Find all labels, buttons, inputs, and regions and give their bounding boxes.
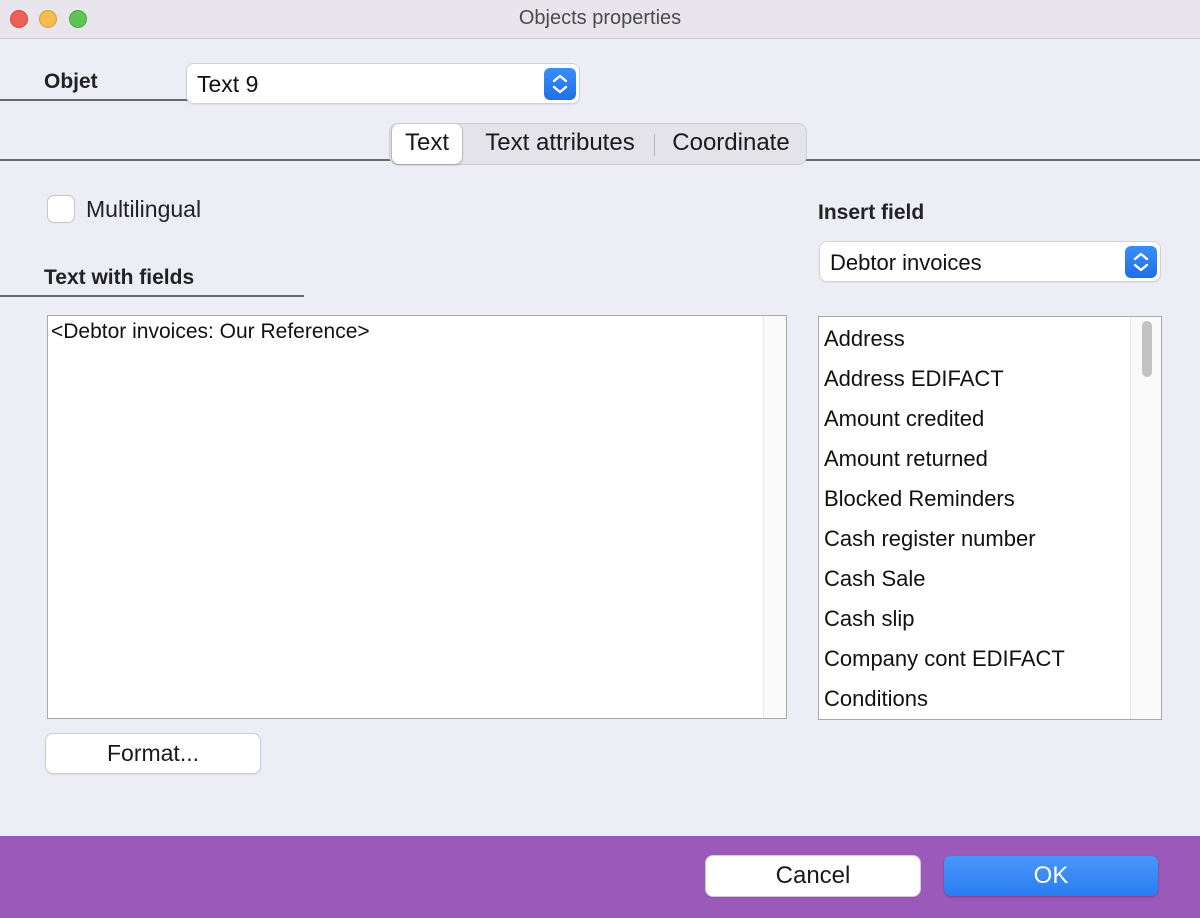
list-item[interactable]: Amount returned xyxy=(824,446,988,472)
tab-coordinate[interactable]: Coordinate xyxy=(658,124,804,164)
tab-text-attributes[interactable]: Text attributes xyxy=(468,124,652,164)
list-item[interactable]: Address xyxy=(824,326,905,352)
list-item[interactable]: Conditions xyxy=(824,686,928,712)
insert-field-label: Insert field xyxy=(818,201,925,224)
field-list[interactable]: Address Address EDIFACT Amount credited … xyxy=(818,316,1162,720)
text-with-fields-underline xyxy=(0,295,304,297)
insert-field-select-value: Debtor invoices xyxy=(830,250,982,275)
updown-chevron-icon xyxy=(1125,246,1157,278)
list-item[interactable]: Cash slip xyxy=(824,606,914,632)
editor-scrollbar[interactable] xyxy=(763,316,786,718)
multilingual-checkbox[interactable] xyxy=(48,196,74,222)
list-item[interactable]: Blocked Reminders xyxy=(824,486,1015,512)
object-select[interactable]: Text 9 xyxy=(187,64,579,103)
text-with-fields-editor[interactable]: <Debtor invoices: Our Reference> xyxy=(47,315,787,719)
list-item[interactable]: Amount credited xyxy=(824,406,984,432)
tab-bar: Text Text attributes Coordinate xyxy=(390,124,806,164)
tab-separator xyxy=(654,134,655,156)
tab-text[interactable]: Text xyxy=(392,124,462,164)
updown-chevron-icon xyxy=(544,68,576,100)
text-with-fields-label: Text with fields xyxy=(44,266,195,289)
list-item[interactable]: Cash register number xyxy=(824,526,1036,552)
format-button[interactable]: Format... xyxy=(46,734,260,773)
object-underline xyxy=(0,99,188,101)
ok-button[interactable]: OK xyxy=(944,856,1158,896)
title-bar: Objects properties xyxy=(0,0,1200,39)
text-with-fields-value: <Debtor invoices: Our Reference> xyxy=(51,320,370,343)
list-item[interactable]: Address EDIFACT xyxy=(824,366,1004,392)
object-label: Objet xyxy=(44,70,98,93)
window-title: Objects properties xyxy=(518,7,682,29)
list-item[interactable]: Company cont EDIFACT xyxy=(824,646,1065,672)
multilingual-label: Multilingual xyxy=(86,196,202,222)
insert-field-select[interactable]: Debtor invoices xyxy=(820,242,1160,281)
field-list-scrollbar[interactable] xyxy=(1130,317,1161,719)
object-select-value: Text 9 xyxy=(197,71,259,97)
list-item[interactable]: Cash Sale xyxy=(824,566,926,592)
scrollbar-thumb[interactable] xyxy=(1142,321,1152,377)
cancel-button[interactable]: Cancel xyxy=(706,856,920,896)
